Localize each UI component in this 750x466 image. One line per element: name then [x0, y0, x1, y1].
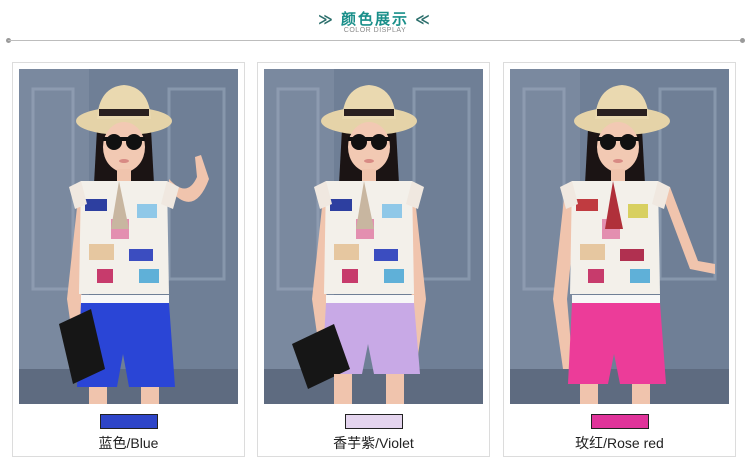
girl-model-illustration — [510, 69, 729, 404]
color-label: 蓝色/Blue — [98, 435, 159, 451]
product-photo[interactable] — [19, 69, 238, 404]
section-title-text: 颜色展示 — [340, 11, 409, 28]
product-card-rose-red[interactable]: 玫红/Rose red — [503, 62, 736, 457]
color-label: 玫红/Rose red — [575, 435, 664, 451]
section-title: ≫ 颜色展示 ≪ — [0, 8, 750, 29]
product-card-blue[interactable]: 蓝色/Blue — [12, 62, 245, 457]
header-divider — [8, 40, 742, 41]
section-subtitle: COLOR DISPLAY — [343, 27, 407, 34]
color-swatch-blue[interactable] — [100, 414, 158, 429]
girl-model-illustration — [19, 69, 238, 404]
color-swatch-violet[interactable] — [345, 414, 403, 429]
divider-dot-right — [740, 38, 745, 43]
product-photo[interactable] — [264, 69, 483, 404]
chevron-left-double-icon: ≪ — [415, 11, 432, 27]
product-photo[interactable] — [510, 69, 729, 404]
section-header: ≫ 颜色展示 ≪ COLOR DISPLAY — [0, 0, 750, 50]
color-label: 香芋紫/Violet — [333, 435, 414, 451]
chevron-right-double-icon: ≫ — [318, 11, 335, 27]
color-swatch-rose-red[interactable] — [591, 414, 649, 429]
girl-model-illustration — [264, 69, 483, 404]
product-card-violet[interactable]: 香芋紫/Violet — [257, 62, 490, 457]
